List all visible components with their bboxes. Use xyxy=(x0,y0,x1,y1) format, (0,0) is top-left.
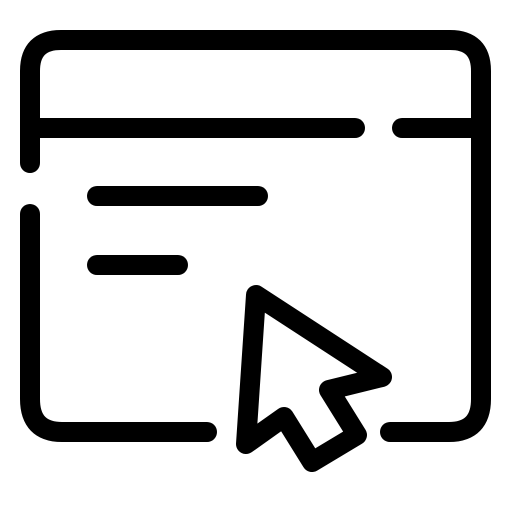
icon-canvas xyxy=(0,0,512,512)
browser-window-cursor-icon xyxy=(20,30,491,472)
window-outline-lower-left xyxy=(20,204,217,442)
cursor-arrow-icon xyxy=(236,285,392,472)
